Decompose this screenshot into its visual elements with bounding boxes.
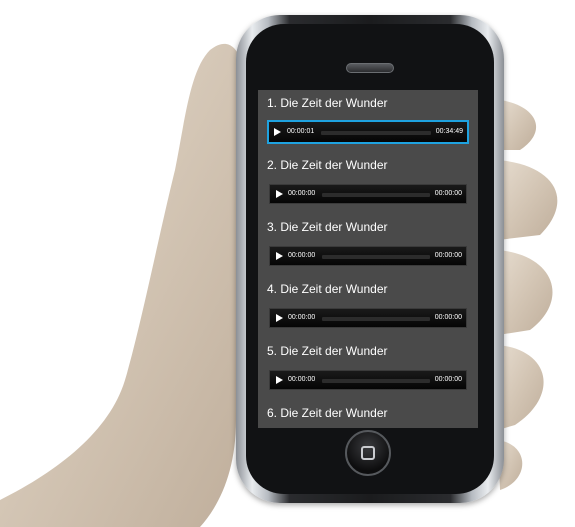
play-icon[interactable] <box>274 128 281 136</box>
seek-bar[interactable] <box>322 193 430 197</box>
current-time: 00:00:00 <box>288 190 316 197</box>
play-icon[interactable] <box>276 190 283 198</box>
track-title: 2. Die Zeit der Wunder <box>267 158 388 172</box>
seek-bar[interactable] <box>322 317 430 321</box>
play-icon[interactable] <box>276 314 283 322</box>
duration: 00:34:49 <box>435 128 463 135</box>
play-icon[interactable] <box>276 252 283 260</box>
audio-player[interactable]: 00:00:00 00:00:00 <box>269 308 467 328</box>
home-button[interactable] <box>345 430 391 476</box>
duration: 00:00:00 <box>434 376 462 383</box>
track-title: 3. Die Zeit der Wunder <box>267 220 388 234</box>
speaker-grille <box>346 63 394 73</box>
duration: 00:00:00 <box>434 314 462 321</box>
current-time: 00:00:01 <box>287 128 315 135</box>
track-title: 4. Die Zeit der Wunder <box>267 282 388 296</box>
audio-player[interactable]: 00:00:00 00:00:00 <box>269 370 467 390</box>
audio-player[interactable]: 00:00:00 00:00:00 <box>269 246 467 266</box>
current-time: 00:00:00 <box>288 376 316 383</box>
duration: 00:00:00 <box>434 190 462 197</box>
track-title: 1. Die Zeit der Wunder <box>267 96 388 110</box>
audio-player[interactable]: 00:00:01 00:34:49 <box>267 120 469 144</box>
audio-player[interactable]: 00:00:00 00:00:00 <box>269 184 467 204</box>
current-time: 00:00:00 <box>288 252 316 259</box>
current-time: 00:00:00 <box>288 314 316 321</box>
play-icon[interactable] <box>276 376 283 384</box>
seek-bar[interactable] <box>322 379 430 383</box>
seek-bar[interactable] <box>321 131 431 135</box>
home-button-icon <box>361 446 375 460</box>
screen: 1. Die Zeit der Wunder 00:00:01 00:34:49… <box>258 90 478 428</box>
seek-bar[interactable] <box>322 255 430 259</box>
track-title: 6. Die Zeit der Wunder <box>267 406 388 420</box>
track-title: 5. Die Zeit der Wunder <box>267 344 388 358</box>
duration: 00:00:00 <box>434 252 462 259</box>
